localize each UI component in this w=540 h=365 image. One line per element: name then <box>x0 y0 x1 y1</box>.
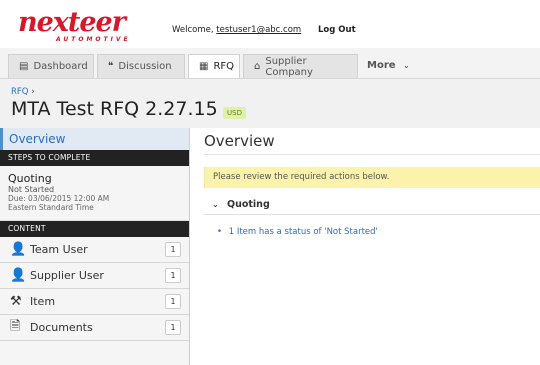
supplier-user-icon: 👤 <box>10 268 27 283</box>
tab-discussion[interactable]: ❝ Discussion <box>97 54 185 78</box>
tab-label: Supplier Company <box>265 55 313 78</box>
sidebar-item-documents[interactable]: 🗎 Documents 1 <box>0 315 189 341</box>
chevron-down-icon: ⌄ <box>212 200 219 209</box>
sidebar-item-label: Documents <box>30 321 93 334</box>
main-content: Overview Please review the required acti… <box>190 128 540 365</box>
more-label: More <box>367 60 396 71</box>
breadcrumb: RFQ › <box>11 87 35 97</box>
breadcrumb-rfq-link[interactable]: RFQ <box>11 87 29 97</box>
user-email-link[interactable]: testuser1@abc.com <box>216 25 301 35</box>
tab-supplier-company[interactable]: ⌂ Supplier Company <box>243 54 358 78</box>
count-badge: 1 <box>165 320 181 335</box>
welcome-text: Welcome, testuser1@abc.com <box>172 25 301 35</box>
sidebar-item-label: Item <box>30 295 56 308</box>
overview-heading: Overview <box>204 132 275 150</box>
divider <box>204 154 540 155</box>
hammer-icon: ⚒ <box>10 294 22 309</box>
required-actions-alert: Please review the required actions below… <box>204 167 540 188</box>
step-name: Quoting <box>8 172 52 185</box>
logout-link[interactable]: Log Out <box>318 25 356 35</box>
section-title: Quoting <box>227 199 270 210</box>
currency-badge: USD <box>223 107 246 119</box>
dashboard-icon: ▤ <box>19 61 29 72</box>
discussion-icon: ❝ <box>108 61 114 72</box>
count-badge: 1 <box>165 268 181 283</box>
content-section-header: CONTENT <box>0 221 189 237</box>
count-badge: 1 <box>165 294 181 309</box>
step-status: Not Started <box>8 185 55 194</box>
steps-section-header: STEPS TO COMPLETE <box>0 150 189 166</box>
step-due-date: Due: 03/06/2015 12:00 AM <box>8 194 110 203</box>
chevron-down-icon: ⌄ <box>403 61 410 70</box>
user-icon: 👤 <box>10 242 27 257</box>
sidebar-item-label: Team User <box>30 243 88 256</box>
sidebar-item-item[interactable]: ⚒ Item 1 <box>0 289 189 315</box>
tab-rfq[interactable]: ▦ RFQ <box>188 54 240 78</box>
step-timezone: Eastern Standard Time <box>8 203 94 212</box>
tab-label: Discussion <box>118 61 172 72</box>
app-header: nexteer AUTOMOTIVE Welcome, testuser1@ab… <box>0 0 540 48</box>
tab-bar: ▤ Dashboard ❝ Discussion ▦ RFQ ⌂ Supplie… <box>0 48 540 78</box>
tab-label: Dashboard <box>33 61 88 72</box>
count-badge: 1 <box>165 242 181 257</box>
action-item-text: 1 Item has a status of 'Not Started' <box>228 227 378 237</box>
logo-subtitle: AUTOMOTIVE <box>56 36 131 43</box>
sidebar: Overview STEPS TO COMPLETE Quoting Not S… <box>0 128 190 365</box>
logo-text: nexteer <box>18 7 126 38</box>
tab-label: RFQ <box>213 61 235 72</box>
factory-icon: ⌂ <box>254 61 261 72</box>
tab-more[interactable]: More ⌄ <box>367 60 410 71</box>
sidebar-item-overview[interactable]: Overview <box>0 128 189 150</box>
step-quoting[interactable]: Quoting Not Started Due: 03/06/2015 12:0… <box>0 166 189 221</box>
rfq-title-bar: RFQ › MTA Test RFQ 2.27.15 USD <box>0 78 540 128</box>
breadcrumb-separator: › <box>31 87 35 97</box>
bullet-icon: • <box>217 227 223 237</box>
quoting-section-toggle[interactable]: ⌄ Quoting <box>204 194 540 215</box>
rfq-icon: ▦ <box>199 61 209 72</box>
page-title: MTA Test RFQ 2.27.15 <box>11 98 218 120</box>
sidebar-item-supplier-user[interactable]: 👤 Supplier User 1 <box>0 263 189 289</box>
welcome-prefix: Welcome, <box>172 25 214 35</box>
nexteer-logo[interactable]: nexteer AUTOMOTIVE <box>18 7 146 45</box>
sidebar-item-label: Supplier User <box>30 269 104 282</box>
action-item-link[interactable]: • 1 Item has a status of 'Not Started' <box>217 227 378 237</box>
document-icon: 🗎 <box>10 318 21 334</box>
sidebar-item-team-user[interactable]: 👤 Team User 1 <box>0 237 189 263</box>
tab-dashboard[interactable]: ▤ Dashboard <box>8 54 94 78</box>
